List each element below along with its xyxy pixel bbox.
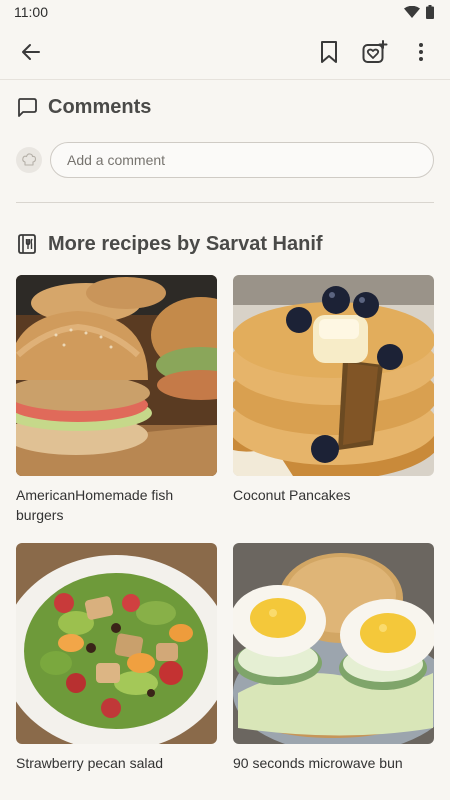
- bookmark-icon: [321, 40, 337, 63]
- chef-hat-icon: [22, 153, 37, 166]
- recipe-title: AmericanHomemade fish burgers: [16, 487, 174, 523]
- bookmark-button[interactable]: [308, 31, 350, 73]
- recipe-grid: AmericanHomemade fish burgers Coconut Pa…: [16, 275, 434, 793]
- back-button[interactable]: [10, 31, 52, 73]
- recipe-book-icon: [18, 234, 36, 254]
- recipe-card[interactable]: Coconut Pancakes: [233, 275, 434, 525]
- section-divider: [16, 202, 434, 203]
- more-vertical-icon: [419, 42, 423, 61]
- recipe-image-strawberry-salad: [16, 543, 217, 744]
- comments-header: Comments: [16, 94, 434, 120]
- comment-row: [16, 142, 434, 178]
- chat-bubble-icon: [18, 98, 37, 117]
- comments-section: Comments: [0, 94, 450, 178]
- heart-plus-icon: [362, 39, 388, 63]
- comment-input[interactable]: [50, 142, 434, 178]
- status-bar: 11:00: [0, 0, 450, 24]
- battery-icon: [426, 5, 434, 19]
- avatar: [16, 147, 42, 173]
- recipe-title: 90 seconds microwave bun: [233, 755, 403, 771]
- toolbar-actions: [308, 31, 442, 73]
- cooksnap-button[interactable]: [354, 31, 396, 73]
- more-recipes-section: More recipes by Sarvat Hanif AmericanHom…: [0, 231, 450, 793]
- more-recipes-title: More recipes by Sarvat Hanif: [48, 232, 323, 255]
- status-time: 11:00: [14, 4, 48, 20]
- comments-title: Comments: [48, 95, 152, 118]
- recipe-card[interactable]: AmericanHomemade fish burgers: [16, 275, 217, 525]
- recipe-title: Strawberry pecan salad: [16, 755, 164, 771]
- arrow-left-icon: [22, 43, 40, 60]
- recipe-image-coconut-pancakes: [233, 275, 434, 476]
- recipe-card[interactable]: Strawberry pecan salad: [16, 543, 217, 793]
- wifi-icon: [404, 6, 420, 18]
- more-options-button[interactable]: [400, 31, 442, 73]
- recipe-card[interactable]: 90 seconds microwave bun: [233, 543, 434, 793]
- recipe-image-fish-burgers: [16, 275, 217, 476]
- more-recipes-header: More recipes by Sarvat Hanif: [16, 231, 434, 257]
- recipe-title: Coconut Pancakes: [233, 487, 351, 503]
- status-icons: [404, 5, 434, 19]
- recipe-image-microwave-bun: [233, 543, 434, 744]
- toolbar: [0, 24, 450, 80]
